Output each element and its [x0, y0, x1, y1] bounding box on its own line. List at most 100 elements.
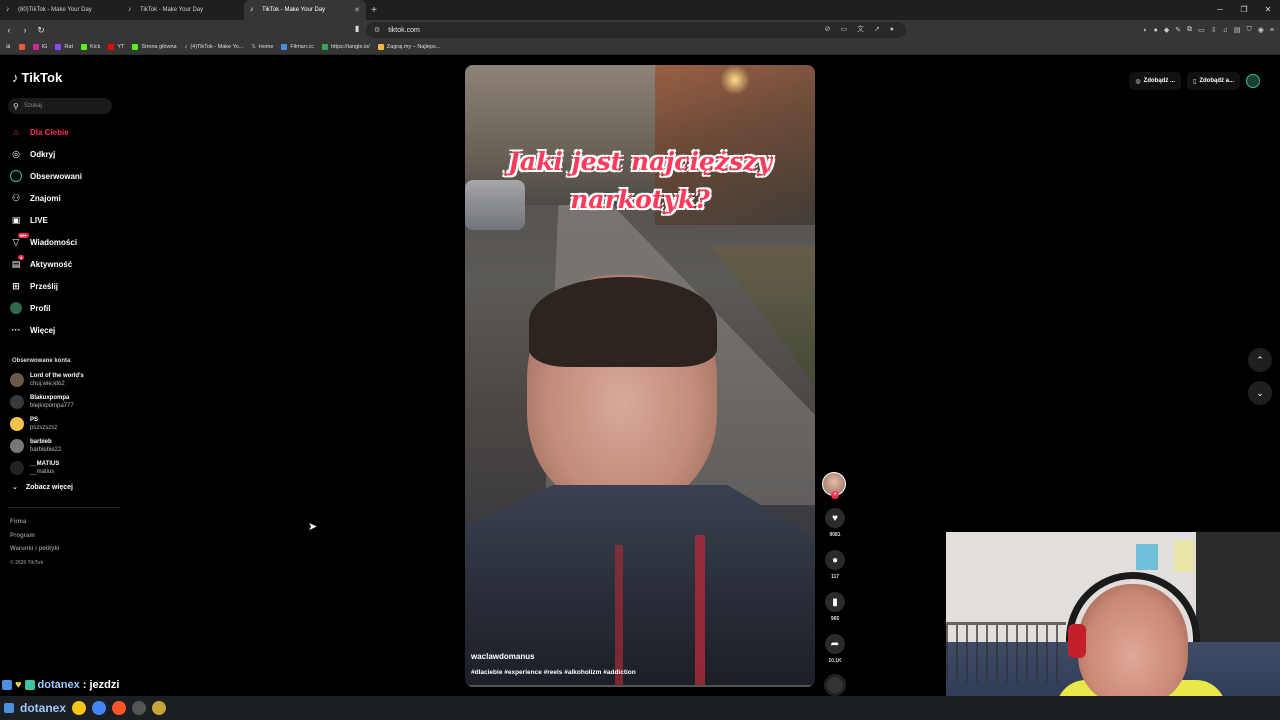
- sidebar-icon[interactable]: ▭: [1198, 26, 1205, 34]
- tiktok-favicon-icon: ♪: [128, 6, 132, 13]
- sidebar-item-friends[interactable]: ⚇ Znajomi: [10, 187, 120, 209]
- bookmark-icon[interactable]: ▮: [355, 24, 359, 33]
- sidebar-item-activity[interactable]: ▤ 4 Aktywność: [10, 253, 120, 275]
- chevron-up-icon: ⌃: [1256, 354, 1264, 365]
- browser-tab[interactable]: ♪ TikTok - Make Your Day: [122, 0, 244, 20]
- music-disc-icon[interactable]: [824, 674, 846, 696]
- bookmark-rat[interactable]: Rat: [55, 44, 73, 50]
- shield-icon[interactable]: ⛉: [1247, 26, 1252, 34]
- app-icon[interactable]: [152, 701, 167, 715]
- bookmark-zagraj[interactable]: Zagraj.my – Najleps...: [377, 44, 440, 50]
- search-box[interactable]: ⚲ Szukaj: [8, 98, 112, 114]
- bookmark-filman[interactable]: Filman.cc: [281, 44, 314, 50]
- site-info-icon[interactable]: ⚙: [374, 26, 380, 34]
- sidebar-item-following[interactable]: Obserwowani: [10, 165, 120, 187]
- following-account[interactable]: Blakuxpompa blejkxpompa777: [10, 391, 120, 413]
- following-account[interactable]: PS pszszszsz: [10, 413, 120, 435]
- new-tab-button[interactable]: +: [366, 0, 382, 20]
- sidebar-item-explore[interactable]: ◎ Odkryj: [10, 143, 120, 165]
- share-action[interactable]: ➦ 10.1K: [822, 634, 848, 664]
- heart-icon[interactable]: ♥: [825, 508, 845, 528]
- extension-icon[interactable]: ◆: [1164, 26, 1169, 34]
- close-tab-icon[interactable]: ✕: [354, 6, 360, 14]
- bookmark-home-kick[interactable]: Strona główna: [132, 44, 177, 50]
- extension-icon[interactable]: ●: [1154, 27, 1158, 34]
- bookmark-kick[interactable]: Kick: [80, 44, 100, 50]
- bookmark-x-home[interactable]: 𝕏 Home: [251, 44, 273, 50]
- app-icon[interactable]: [132, 701, 147, 715]
- close-window-icon[interactable]: ✕: [1256, 0, 1280, 20]
- comment-action[interactable]: ● 117: [822, 550, 848, 580]
- chrome-icon[interactable]: [92, 701, 107, 715]
- tab-title: (80)TikTok - Make Your Day: [18, 7, 92, 13]
- comment-count: 117: [830, 574, 840, 580]
- apps-icon[interactable]: ⊞: [6, 44, 11, 50]
- sidebar-item-for-you[interactable]: ⌂ Dla Ciebie: [10, 121, 120, 143]
- video-author[interactable]: waclawdomanus: [471, 652, 535, 661]
- search-input[interactable]: Szukaj: [24, 103, 42, 109]
- bookmark-folder[interactable]: [18, 44, 25, 50]
- forward-icon[interactable]: ›: [18, 25, 32, 35]
- following-account[interactable]: Lord of the world's chuj.wie.kto2: [10, 369, 120, 391]
- stream-bottom-bar: dotanex: [0, 696, 1280, 720]
- see-more-button[interactable]: ⌄ Zobacz więcej: [12, 483, 73, 492]
- like-action[interactable]: ♥ 9081: [822, 508, 848, 538]
- sidebar-item-live[interactable]: ▣ LIVE: [10, 209, 120, 231]
- tiktok-favicon-icon: ♪: [6, 6, 10, 13]
- bookmark-ig[interactable]: IG: [32, 44, 47, 50]
- bookmark-icon[interactable]: ▮: [825, 592, 845, 612]
- back-icon[interactable]: ‹: [2, 25, 16, 35]
- emoji-icon[interactable]: [72, 701, 87, 715]
- bookmark-yt[interactable]: YT: [108, 44, 124, 50]
- menu-icon[interactable]: ≡: [1270, 27, 1274, 34]
- more-icon: ···: [11, 325, 21, 335]
- creator-avatar[interactable]: +: [822, 472, 846, 499]
- following-account[interactable]: __MATIUS __matius: [10, 457, 120, 479]
- extension-icon[interactable]: ◐: [1143, 27, 1147, 34]
- restore-icon[interactable]: ❐: [1232, 0, 1256, 20]
- previous-video-button[interactable]: ⌃: [1248, 348, 1272, 372]
- video-actions: + ♥ 9081 ● 117 ▮ 965 ➦ 10.1K: [822, 472, 848, 696]
- minimize-icon[interactable]: ─: [1208, 0, 1232, 20]
- bookmark-tangle[interactable]: https://tangle.io/: [321, 44, 370, 50]
- sidebar-item-upload[interactable]: ⊞ Prześlij: [10, 275, 120, 297]
- footer-link-program[interactable]: Program: [10, 530, 59, 544]
- sidebar-item-profile[interactable]: Profil: [10, 297, 120, 319]
- address-bar-actions[interactable]: ⊘ ▭ 文 ↗ ●: [825, 24, 898, 34]
- video-player[interactable]: Jaki jest najcięższy narkotyk? waclawdom…: [465, 65, 815, 687]
- brave-icon[interactable]: [112, 701, 127, 715]
- wallet-icon[interactable]: ▤: [1234, 26, 1241, 34]
- share-icon[interactable]: ➦: [825, 634, 845, 654]
- browser-toolbar: ‹ › ↻ ▮ ⚙ tiktok.com ⊘ ▭ 文 ↗ ● ◐ ● ◆ ✎ ⧉…: [0, 20, 1280, 40]
- video-progress-bar[interactable]: [465, 685, 815, 687]
- avatar: [10, 461, 24, 475]
- reload-icon[interactable]: ↻: [34, 25, 48, 36]
- sidebar-item-more[interactable]: ··· Więcej: [10, 319, 120, 341]
- chat-message: : jezdzi: [82, 679, 120, 691]
- user-avatar[interactable]: [1246, 74, 1260, 88]
- extensions-area: ◐ ● ◆ ✎ ⧉ ▭ ⇩ ♫ ▤ ⛉ ◉ ≡: [1143, 20, 1280, 40]
- footer-link-terms[interactable]: Warunki i polityki: [10, 543, 59, 557]
- browser-tab-active[interactable]: ♪ TikTok - Make Your Day ✕: [244, 0, 366, 20]
- get-app-button[interactable]: ▯ Zdobądź a...: [1187, 72, 1240, 90]
- comment-icon[interactable]: ●: [825, 550, 845, 570]
- share-count: 10.1K: [828, 658, 842, 664]
- download-icon[interactable]: ⇩: [1211, 26, 1217, 34]
- next-video-button[interactable]: ⌄: [1248, 381, 1272, 405]
- save-action[interactable]: ▮ 965: [822, 592, 848, 622]
- extension-icon[interactable]: ✎: [1175, 26, 1181, 34]
- media-icon[interactable]: ♫: [1223, 27, 1228, 34]
- tiktok-logo[interactable]: ♪ TikTok: [12, 70, 62, 85]
- follow-plus-icon[interactable]: +: [831, 491, 839, 499]
- bookmark-tiktok[interactable]: ♪ (4)TikTok - Make Yo...: [185, 44, 244, 50]
- video-hashtags[interactable]: #dlaciebie #experience #reels #alkoholiz…: [471, 669, 636, 676]
- browser-tab[interactable]: ♪ (80)TikTok - Make Your Day: [0, 0, 122, 20]
- sidebar-item-messages[interactable]: ▽ 99+ Wiadomości: [10, 231, 120, 253]
- get-coins-button[interactable]: ◎ Zdobądź ...: [1129, 72, 1182, 90]
- profile-avatar-icon[interactable]: ◉: [1258, 26, 1264, 34]
- extensions-icon[interactable]: ⧉: [1187, 26, 1192, 34]
- following-account[interactable]: barbieb barbiebie22: [10, 435, 120, 457]
- webcam-crib-rail: [946, 622, 1066, 682]
- address-bar[interactable]: ⚙ tiktok.com ⊘ ▭ 文 ↗ ●: [366, 22, 906, 38]
- footer-link-company[interactable]: Firma: [10, 516, 59, 530]
